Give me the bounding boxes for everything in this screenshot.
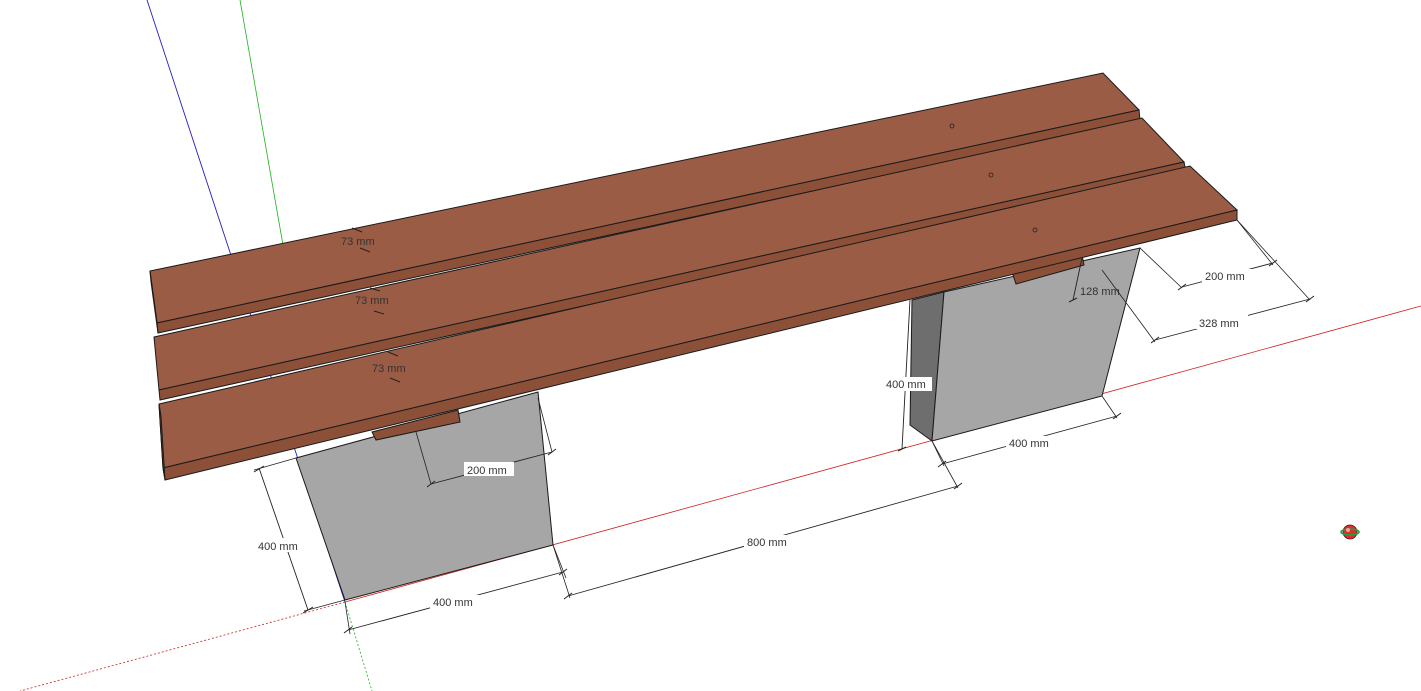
dim-right-height-label: 400 mm <box>886 379 926 391</box>
green-axis-negative <box>344 601 373 691</box>
dim-left-height-label: 400 mm <box>258 541 298 553</box>
sketchup-3d-viewport[interactable]: 73 mm 73 mm 73 mm 400 mm 400 mm 200 mm 8… <box>0 0 1421 691</box>
dim-left-width-label: 400 mm <box>433 597 473 609</box>
orbit-icon <box>1340 524 1360 540</box>
dim-plank-2-label: 73 mm <box>355 295 389 307</box>
dim-right-beam-label: 200 mm <box>1205 271 1245 283</box>
dim-right-width-label: 400 mm <box>1009 438 1049 450</box>
dim-plank-3-label: 73 mm <box>372 363 406 375</box>
dim-left-beam-label: 200 mm <box>467 465 507 477</box>
dim-right-beam-height-label: 128 mm <box>1080 286 1120 298</box>
dim-gap-between-blocks[interactable]: 800 mm <box>552 440 963 600</box>
green-axis <box>239 0 284 246</box>
red-axis-negative <box>19 601 346 691</box>
dim-plank-1-label: 73 mm <box>341 236 375 248</box>
dim-gap-label: 800 mm <box>747 537 787 549</box>
dim-right-overhang-label: 328 mm <box>1199 318 1239 330</box>
